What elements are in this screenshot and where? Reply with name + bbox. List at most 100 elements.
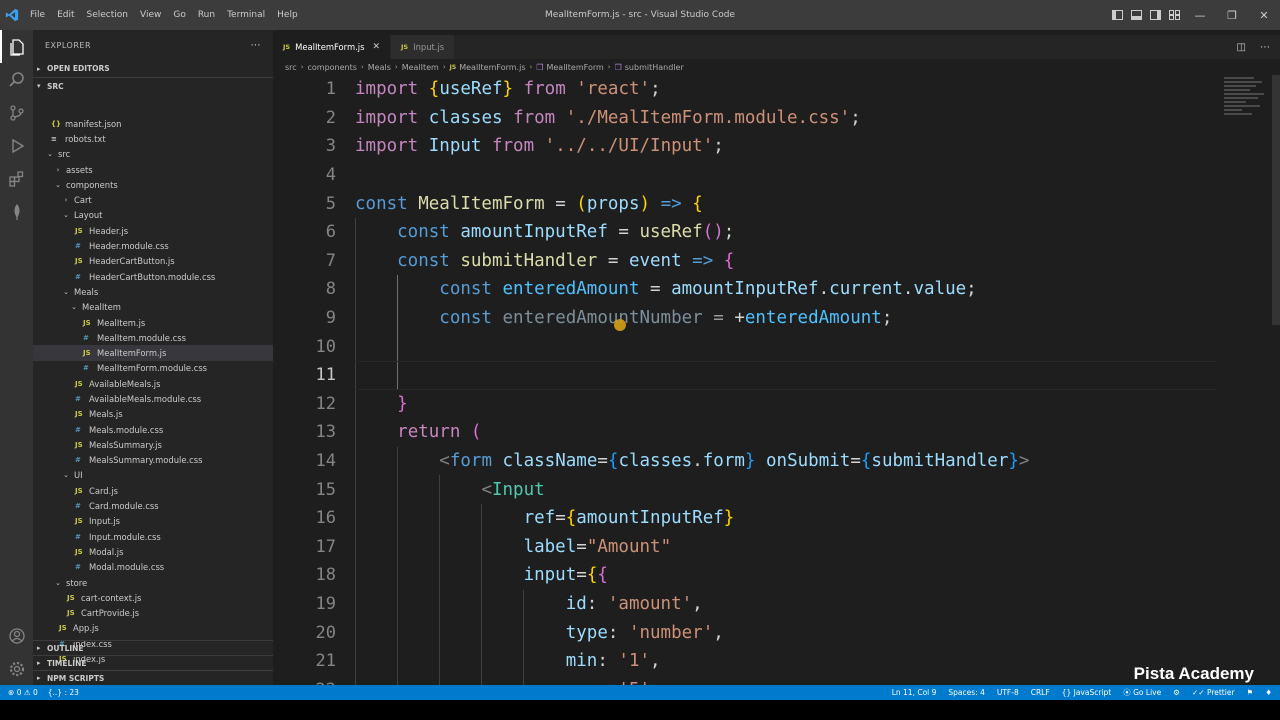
code-line[interactable]: 20 type: 'number', [273,618,1280,647]
breadcrumb-item[interactable]: components [308,63,357,72]
outline-section[interactable]: ▸ OUTLINE [33,640,273,655]
tree-item[interactable]: JS Header.js [33,223,273,238]
tree-item[interactable]: ⌄ src [33,147,273,162]
code-line[interactable]: 14 <form className={classes.form} onSubm… [273,447,1280,476]
language-mode[interactable]: {} JavaScript [1062,688,1112,697]
tree-item[interactable]: ⌄ store [33,575,273,590]
encoding[interactable]: UTF-8 [997,688,1019,697]
feedback-icon[interactable]: ⚑ [1247,688,1254,697]
prettier-button[interactable]: ✓✓ Prettier [1192,688,1235,697]
tree-item[interactable]: # Modal.module.css [33,560,273,575]
more-actions-icon[interactable]: ⋯ [1260,42,1270,53]
tree-item[interactable]: ≡ robots.txt [33,131,273,146]
timeline-section[interactable]: ▸ TIMELINE [33,655,273,670]
menu-file[interactable]: File [24,0,51,30]
tree-item[interactable]: ⌄ Layout [33,208,273,223]
mongodb-leaf-icon[interactable] [0,195,33,228]
code-line[interactable]: 1 import {useRef} from 'react'; [273,75,1280,104]
customize-layout-icon[interactable] [1169,10,1180,20]
vertical-scrollbar[interactable] [1272,75,1280,325]
tree-item[interactable]: {} manifest.json [33,116,273,131]
accounts-icon[interactable] [0,619,33,652]
src-root-section[interactable]: ▾ SRC [33,77,273,94]
open-editors-section[interactable]: ▸ OPEN EDITORS [33,60,273,77]
code-line[interactable]: 17 label="Amount" [273,533,1280,562]
code-line[interactable]: 19 id: 'amount', [273,590,1280,619]
tree-item[interactable]: # MealsSummary.module.css [33,453,273,468]
breadcrumb-item[interactable]: src [285,63,297,72]
tree-item[interactable]: # Meals.module.css [33,422,273,437]
tree-item[interactable]: ⌄ components [33,177,273,192]
explorer-icon[interactable] [0,30,33,63]
go-live-button[interactable]: ⦿ Go Live [1123,687,1161,698]
close-button[interactable]: ✕ [1248,0,1280,30]
search-icon[interactable] [0,63,33,96]
code-line[interactable]: 4 [273,161,1280,190]
tree-item[interactable]: JS AvailableMeals.js [33,376,273,391]
tree-item[interactable]: JS HeaderCartButton.js [33,254,273,269]
tab-mealitemform[interactable]: JS MealItemForm.js ✕ [273,35,392,59]
tree-item[interactable]: ⌄ UI [33,468,273,483]
tree-item[interactable]: # Card.module.css [33,498,273,513]
tree-item[interactable]: JS cart-context.js [33,590,273,605]
tree-item[interactable]: # Header.module.css [33,238,273,253]
tree-item[interactable]: JS App.js [33,621,273,636]
tree-item[interactable]: › assets [33,162,273,177]
code-line[interactable]: 3 import Input from '../../UI/Input'; [273,132,1280,161]
menu-run[interactable]: Run [192,0,221,30]
tree-item[interactable]: # HeaderCartButton.module.css [33,269,273,284]
breadcrumb-item[interactable]: MealItemForm.js [459,63,525,72]
code-line[interactable]: 21 min: '1', [273,647,1280,676]
tree-item[interactable]: JS CartProvide.js [33,606,273,621]
tree-item[interactable]: # Input.module.css [33,529,273,544]
menu-selection[interactable]: Selection [81,0,134,30]
code-line[interactable]: 9 const enteredAmountNumber = +enteredAm… [273,304,1280,333]
menu-help[interactable]: Help [271,0,304,30]
toggle-sidebar-icon[interactable] [1112,10,1123,20]
tree-item[interactable]: JS Meals.js [33,407,273,422]
toggle-secondary-sidebar-icon[interactable] [1150,10,1161,20]
code-line[interactable]: 7 const submitHandler = event => { [273,247,1280,276]
menu-go[interactable]: Go [167,0,191,30]
minimize-button[interactable]: — [1184,0,1216,30]
code-line[interactable]: 10 [273,332,1280,361]
tree-item[interactable]: # MealItemForm.module.css [33,361,273,376]
extensions-icon[interactable] [0,162,33,195]
breadcrumb-item[interactable]: Meals [368,63,391,72]
code-line[interactable]: 18 input={{ [273,561,1280,590]
end-of-line[interactable]: CRLF [1031,688,1050,697]
code-line[interactable]: 11 [273,361,1280,390]
menu-view[interactable]: View [134,0,167,30]
cursor-position[interactable]: Ln 11, Col 9 [892,688,937,697]
tree-item[interactable]: JS MealItemForm.js [33,345,273,361]
code-line[interactable]: 22 max: '5', [273,676,1280,685]
menu-terminal[interactable]: Terminal [221,0,271,30]
source-control-icon[interactable] [0,96,33,129]
tree-item[interactable]: JS MealItem.js [33,315,273,330]
code-line[interactable]: 13 return ( [273,418,1280,447]
tree-item[interactable]: # MealItem.module.css [33,330,273,345]
notifications-bell-icon[interactable]: ♦ [1265,688,1272,697]
restore-button[interactable]: ❐ [1216,0,1248,30]
toggle-panel-icon[interactable] [1131,10,1142,20]
more-actions-icon[interactable]: ⋯ [251,40,262,51]
close-icon[interactable]: ✕ [372,42,380,52]
settings-gear-icon[interactable] [0,652,33,685]
remote-icon[interactable]: ⚙ [1173,688,1180,697]
tree-item[interactable]: JS Input.js [33,514,273,529]
tree-item[interactable]: JS Modal.js [33,544,273,559]
minimap[interactable] [1224,75,1272,135]
code-line[interactable]: 6 const amountInputRef = useRef(); [273,218,1280,247]
code-line[interactable]: 16 ref={amountInputRef} [273,504,1280,533]
tree-item[interactable]: ⌄ MealItem [33,300,273,315]
tree-item[interactable]: ⌄ Meals [33,284,273,299]
npm-scripts-section[interactable]: ▸ NPM SCRIPTS [33,670,273,685]
code-line[interactable]: 5 const MealItemForm = (props) => { [273,189,1280,218]
tab-input[interactable]: JS Input.js [391,35,456,59]
code-line[interactable]: 8 const enteredAmount = amountInputRef.c… [273,275,1280,304]
tree-item[interactable]: › Cart [33,192,273,207]
menu-edit[interactable]: Edit [51,0,80,30]
selection-info[interactable]: {..} : 23 [48,688,79,697]
indentation[interactable]: Spaces: 4 [948,688,984,697]
code-editor[interactable]: 1 import {useRef} from 'react'; 2 import cl… [273,75,1280,685]
